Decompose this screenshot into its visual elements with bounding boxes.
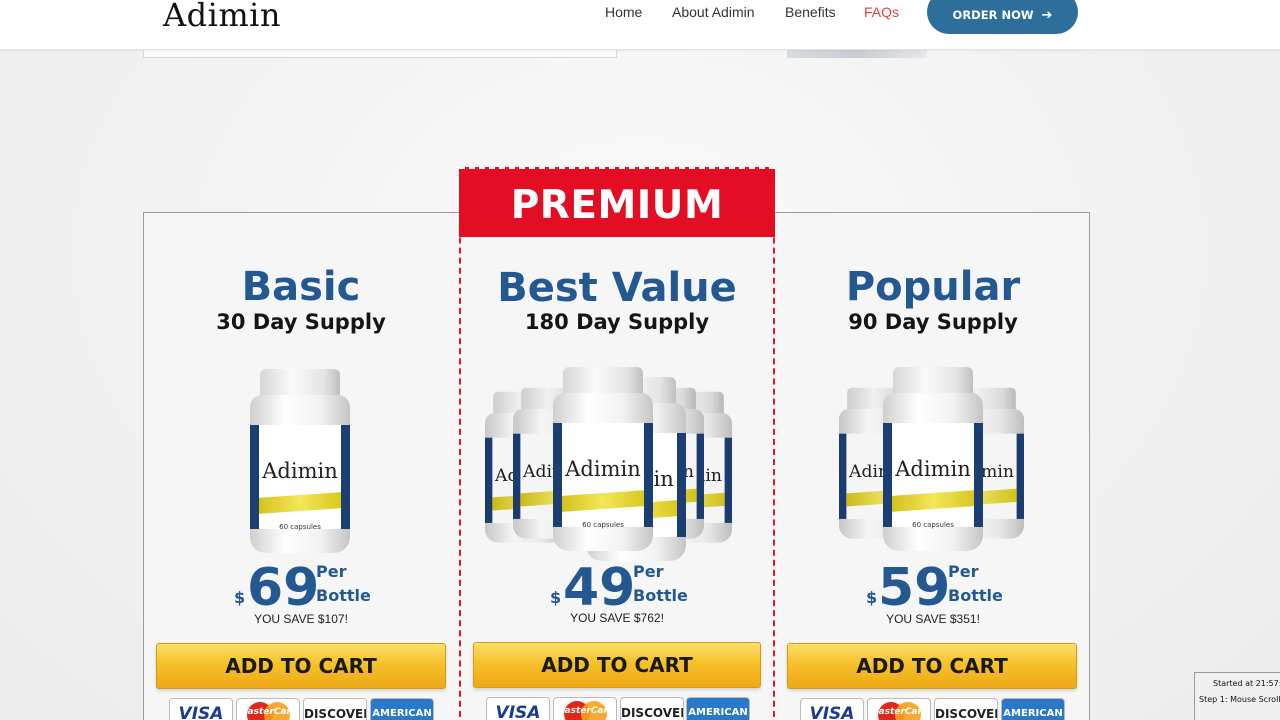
status-step-text: Step 1: Mouse Scroll	[1199, 695, 1280, 704]
price-value: 49	[563, 558, 636, 618]
pricing-card-best-value: PREMIUM Best Value 180 Day Supply Adimin…	[459, 167, 775, 720]
payment-methods: VISA MasterCard DISCOVER AMERICAN	[775, 698, 1091, 720]
mastercard-icon: MasterCard	[553, 697, 617, 720]
savings-text: YOU SAVE $107!	[254, 612, 348, 626]
payment-methods: VISA MasterCard DISCOVER AMERICAN	[461, 697, 773, 720]
bottle: Adimin 60 capsules	[553, 367, 653, 553]
pricing-card-popular: Popular 90 Day Supply Adimin Adimin Adim…	[775, 212, 1091, 720]
price-currency: $	[550, 588, 562, 607]
discover-icon: DISCOVER	[934, 698, 998, 720]
amex-icon: AMERICAN	[686, 697, 750, 720]
add-to-cart-button[interactable]: ADD TO CART	[787, 643, 1077, 689]
product-image: Adimin Adimin Adimin60 capsules	[775, 367, 1091, 557]
payment-methods: VISA MasterCard DISCOVER AMERICAN	[143, 698, 459, 720]
arrow-right-icon: ➔	[1041, 7, 1053, 23]
bottle: Adimin 60 capsules	[883, 367, 983, 553]
price-per: Per	[316, 562, 347, 581]
price-per: Per	[948, 562, 979, 581]
status-started-text: Started at 21:57:	[1213, 679, 1280, 688]
price-unit: Bottle	[948, 586, 1003, 605]
order-now-label: ORDER NOW	[952, 8, 1034, 22]
premium-banner: PREMIUM	[459, 167, 775, 237]
automation-status-panel: Started at 21:57: Step 1: Mouse Scroll	[1194, 672, 1280, 720]
plan-supply: 30 Day Supply	[216, 310, 386, 334]
add-to-cart-button[interactable]: ADD TO CART	[156, 643, 446, 689]
amex-icon: AMERICAN	[1001, 698, 1065, 720]
price-value: 69	[247, 558, 320, 618]
plan-supply: 90 Day Supply	[848, 310, 1018, 334]
discover-icon: DISCOVER	[620, 697, 684, 720]
product-image: Adimin Adimin Adimin Adimin Adimin Adimi…	[461, 367, 773, 561]
product-image: Adimin 60 capsules	[143, 367, 459, 557]
price-currency: $	[234, 588, 246, 607]
plan-title: Popular	[845, 264, 1021, 310]
plan-supply: 180 Day Supply	[524, 310, 710, 334]
mastercard-icon: MasterCard	[867, 698, 931, 720]
price-per: Per	[633, 562, 664, 581]
order-now-button[interactable]: ORDER NOW ➔	[927, 0, 1078, 34]
amex-icon: AMERICAN	[370, 698, 434, 720]
mastercard-icon: MasterCard	[236, 698, 300, 720]
price-row: $ 49 Per Bottle	[461, 560, 773, 616]
price-value: 59	[878, 558, 951, 618]
visa-icon: VISA	[169, 698, 233, 720]
price-unit: Bottle	[633, 586, 688, 605]
site-logo[interactable]: Adimin	[163, 0, 281, 34]
bottle: Adimin 60 capsules	[250, 369, 350, 555]
discover-icon: DISCOVER	[303, 698, 367, 720]
plan-title: Basic	[241, 264, 361, 310]
price-row: $ 59 Per Bottle	[775, 560, 1091, 616]
nav-about[interactable]: About Adimin	[672, 4, 755, 20]
savings-text: YOU SAVE $351!	[886, 612, 980, 626]
add-to-cart-button[interactable]: ADD TO CART	[473, 642, 761, 688]
plan-title: Best Value	[497, 265, 737, 311]
nav-benefits[interactable]: Benefits	[785, 4, 836, 20]
price-currency: $	[866, 588, 878, 607]
savings-text: YOU SAVE $762!	[570, 611, 664, 625]
nav-home[interactable]: Home	[605, 4, 642, 20]
site-header: Adimin Home About Adimin Benefits FAQs O…	[0, 0, 1280, 50]
visa-icon: VISA	[486, 697, 550, 720]
visa-icon: VISA	[800, 698, 864, 720]
price-row: $ 69 Per Bottle	[143, 560, 459, 616]
nav-faqs[interactable]: FAQs	[864, 4, 899, 20]
price-unit: Bottle	[316, 586, 371, 605]
pricing-card-basic: Basic 30 Day Supply Adimin 60 capsules $ …	[143, 212, 459, 720]
